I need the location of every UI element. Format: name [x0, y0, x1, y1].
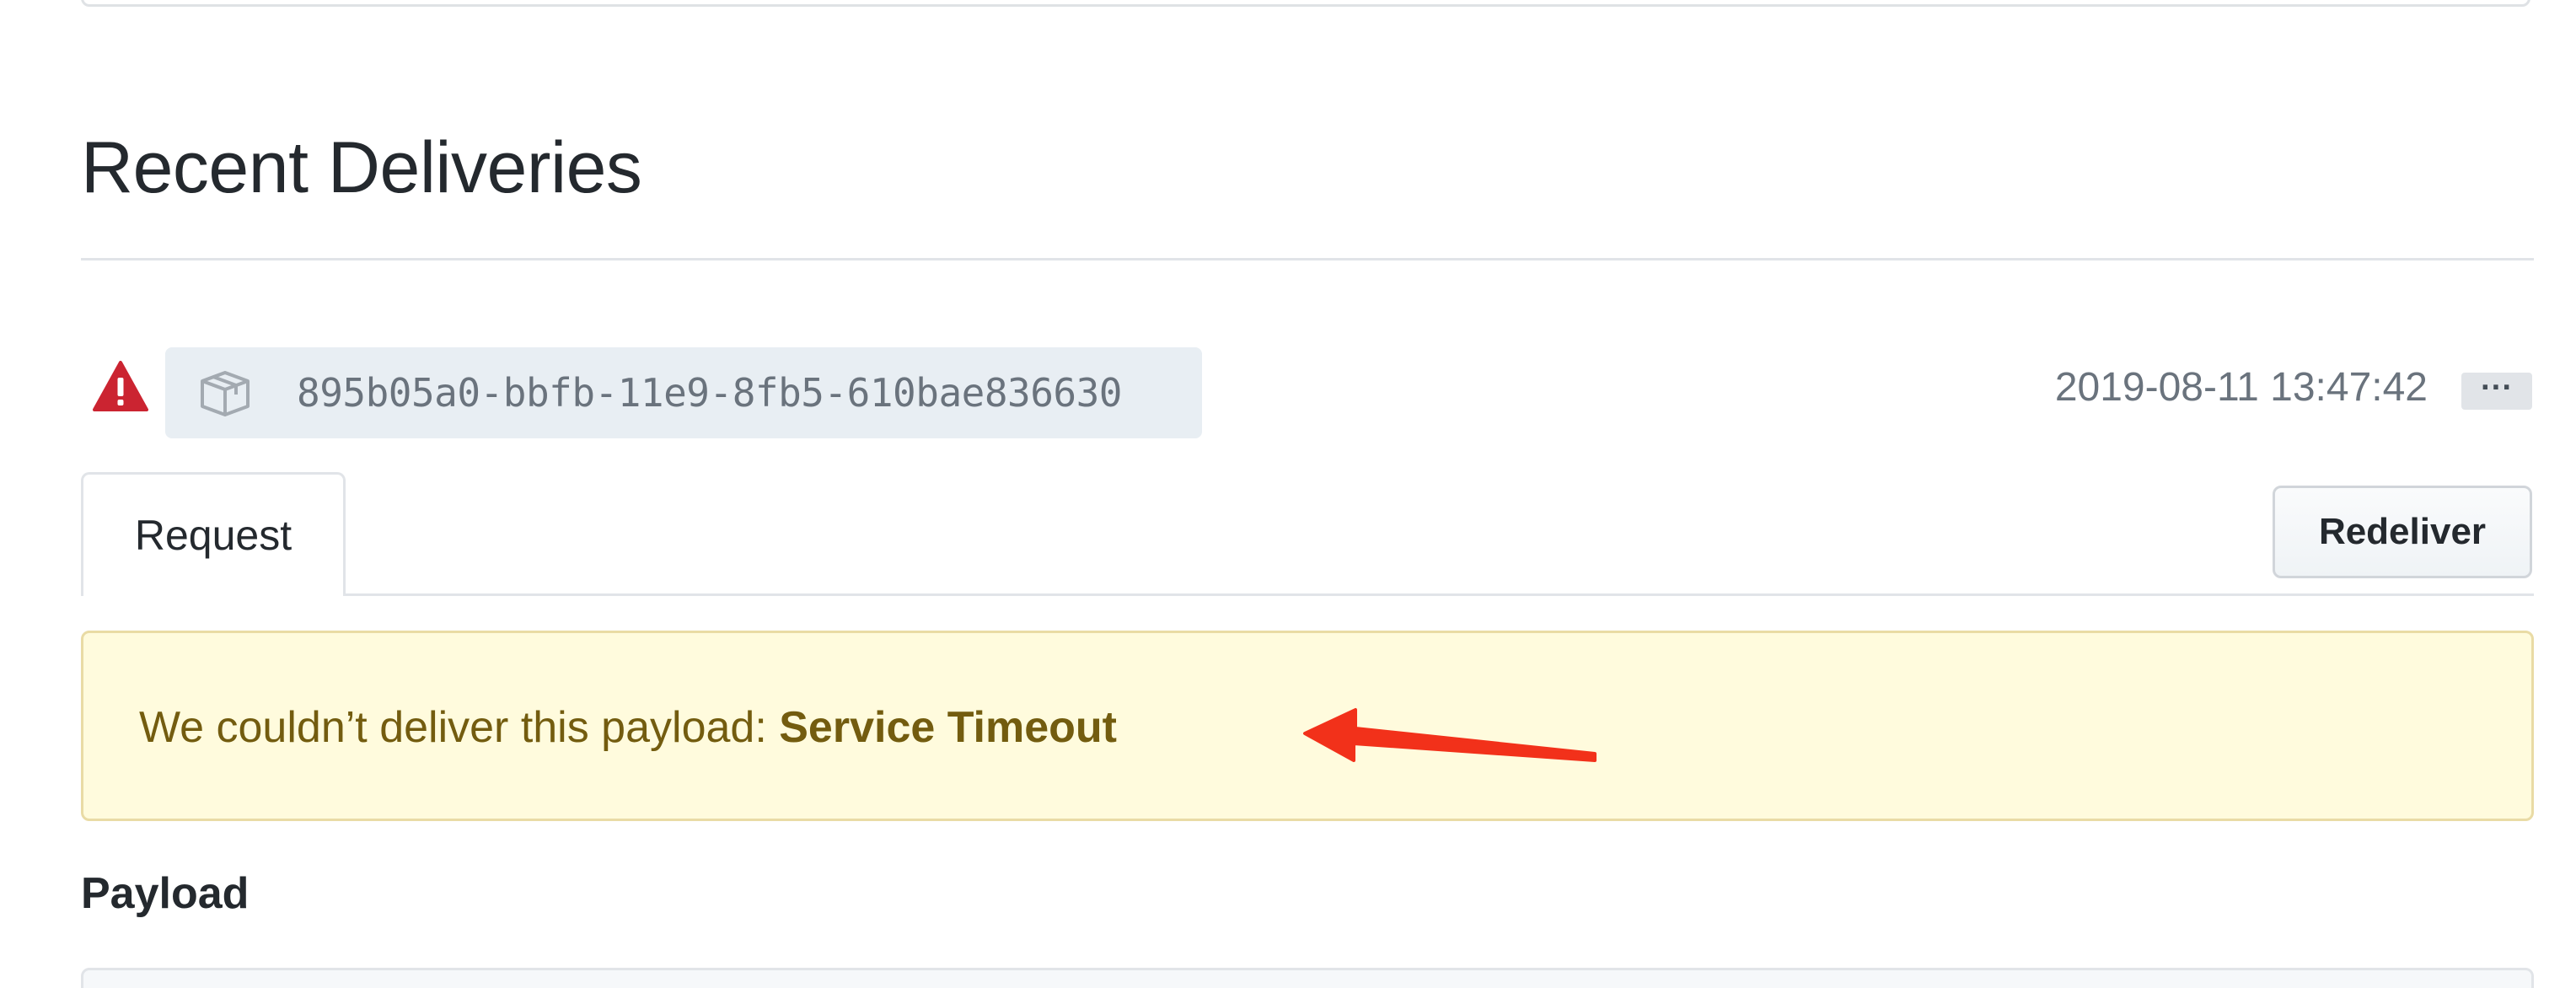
alert-icon	[93, 361, 148, 411]
package-icon	[201, 371, 250, 416]
delivery-guid-link[interactable]: 895b05a0-bbfb-11e9-8fb5-610bae836630	[165, 347, 1202, 438]
payload-box	[81, 968, 2534, 988]
flash-message: We couldn’t deliver this payload: Servic…	[139, 702, 1117, 753]
previous-section-box	[81, 0, 2530, 7]
tab-request[interactable]: Request	[81, 472, 346, 596]
red-arrow-icon	[1303, 708, 1597, 762]
more-options-button[interactable]: ···	[2461, 372, 2532, 410]
webhook-deliveries-page: Recent Deliveries 895b05a0-bbfb-11e9-8fb…	[0, 0, 2576, 988]
delivery-timestamp: 2019-08-11 13:47:42	[2054, 365, 2428, 410]
delivery-guid: 895b05a0-bbfb-11e9-8fb5-610bae836630	[297, 370, 1123, 416]
flash-message-reason: Service Timeout	[779, 703, 1117, 752]
redeliver-button[interactable]: Redeliver	[2273, 486, 2532, 578]
tabnav-border	[81, 593, 2534, 596]
flash-message-prefix: We couldn’t deliver this payload:	[139, 703, 780, 752]
section-divider	[81, 258, 2534, 260]
payload-title: Payload	[81, 869, 250, 918]
section-title: Recent Deliveries	[81, 127, 642, 208]
